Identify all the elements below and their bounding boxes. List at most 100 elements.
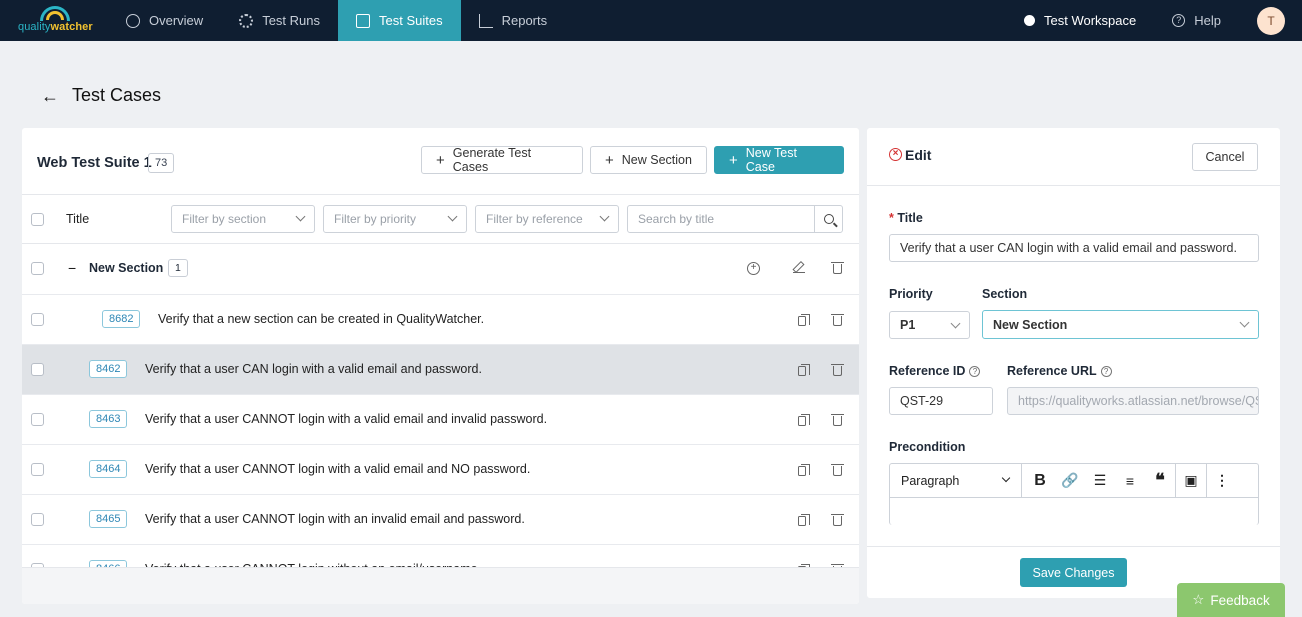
help-icon: ? bbox=[1172, 14, 1186, 27]
new-test-case-label: New Test Case bbox=[745, 146, 797, 174]
help-link[interactable]: ? Help bbox=[1154, 13, 1239, 28]
row-checkbox[interactable] bbox=[31, 363, 44, 376]
more-options-icon[interactable]: ⋮ bbox=[1207, 464, 1237, 498]
row-checkbox[interactable] bbox=[31, 463, 44, 476]
edit-heading: Edit bbox=[905, 147, 932, 163]
block-type-select[interactable]: Paragraph bbox=[890, 463, 1022, 498]
reference-id-label-text: Reference ID bbox=[889, 364, 966, 378]
reference-url-label: Reference URL? bbox=[1007, 364, 1112, 378]
bullet-list-icon[interactable]: ☰ bbox=[1085, 464, 1115, 498]
case-id-badge[interactable]: 8465 bbox=[89, 510, 128, 528]
top-nav: qualitywatcher Overview Test Runs Test S… bbox=[0, 0, 1302, 41]
title-field[interactable]: Verify that a user CAN login with a vali… bbox=[889, 234, 1259, 262]
select-all-checkbox[interactable] bbox=[31, 213, 44, 226]
search-input[interactable]: Search by title bbox=[627, 205, 843, 233]
edit-pencil-icon[interactable] bbox=[793, 261, 805, 273]
case-id-badge[interactable]: 8682 bbox=[102, 310, 141, 328]
plus-icon: + bbox=[436, 151, 445, 169]
search-placeholder: Search by title bbox=[638, 212, 715, 226]
table-row[interactable]: 8464 Verify that a user CANNOT login wit… bbox=[22, 444, 859, 494]
reference-url-field[interactable]: https://qualityworks.atlassian.net/brows… bbox=[1007, 387, 1259, 415]
generate-test-cases-button[interactable]: + Generate Test Cases bbox=[421, 146, 583, 174]
nav-right: Test Workspace ? Help T bbox=[1006, 6, 1302, 35]
nav-reports[interactable]: Reports bbox=[461, 0, 566, 41]
nav-test-runs[interactable]: Test Runs bbox=[221, 0, 338, 41]
section-value: New Section bbox=[993, 317, 1068, 332]
delete-icon[interactable] bbox=[831, 262, 844, 274]
case-id-badge[interactable]: 8464 bbox=[89, 460, 128, 478]
case-title[interactable]: Verify that a user CANNOT login with a v… bbox=[145, 462, 530, 476]
filter-priority-placeholder: Filter by priority bbox=[334, 212, 417, 226]
section-select[interactable]: New Section bbox=[982, 310, 1259, 339]
case-title[interactable]: Verify that a new section can be created… bbox=[158, 312, 484, 326]
image-icon[interactable]: ▣ bbox=[1176, 464, 1206, 498]
table-row[interactable]: 8463 Verify that a user CANNOT login wit… bbox=[22, 394, 859, 444]
section-checkbox[interactable] bbox=[31, 262, 44, 275]
block-type-value: Paragraph bbox=[901, 473, 960, 488]
delete-icon[interactable] bbox=[831, 514, 844, 526]
row-checkbox[interactable] bbox=[31, 513, 44, 526]
reference-id-field[interactable]: QST-29 bbox=[889, 387, 993, 415]
link-icon[interactable]: 🔗 bbox=[1055, 464, 1085, 498]
workspace-switcher[interactable]: Test Workspace bbox=[1006, 13, 1154, 28]
copy-icon[interactable] bbox=[798, 314, 810, 326]
delete-icon[interactable] bbox=[831, 414, 844, 426]
copy-icon[interactable] bbox=[798, 364, 810, 376]
nav-test-suites-label: Test Suites bbox=[379, 13, 443, 28]
feedback-button[interactable]: ☆ Feedback bbox=[1177, 583, 1285, 617]
priority-value: P1 bbox=[900, 318, 916, 332]
close-circle-icon[interactable]: × bbox=[889, 148, 902, 161]
cancel-button[interactable]: Cancel bbox=[1192, 143, 1258, 171]
help-circle-icon[interactable]: ? bbox=[1100, 366, 1112, 378]
copy-icon[interactable] bbox=[798, 414, 810, 426]
nav-test-suites[interactable]: Test Suites bbox=[338, 0, 461, 41]
case-id-badge[interactable]: 8462 bbox=[89, 360, 128, 378]
case-title[interactable]: Verify that a user CANNOT login with an … bbox=[145, 512, 525, 526]
list-bottom-fade bbox=[22, 567, 859, 604]
filter-section-select[interactable]: Filter by section bbox=[171, 205, 315, 233]
new-test-case-button[interactable]: + New Test Case bbox=[714, 146, 844, 174]
feedback-label: Feedback bbox=[1210, 592, 1270, 608]
table-row-selected[interactable]: 8462 Verify that a user CAN login with a… bbox=[22, 344, 859, 394]
collapse-icon[interactable]: − bbox=[68, 260, 76, 276]
help-circle-icon[interactable]: ? bbox=[969, 366, 981, 378]
reference-url-label-text: Reference URL bbox=[1007, 364, 1097, 378]
section-name: New Section bbox=[89, 261, 164, 275]
new-section-button[interactable]: + New Section bbox=[590, 146, 707, 174]
nav-overview[interactable]: Overview bbox=[108, 0, 221, 41]
delete-icon[interactable] bbox=[831, 314, 844, 326]
case-id-badge[interactable]: 8463 bbox=[89, 410, 128, 428]
section-label: Section bbox=[982, 287, 1028, 301]
document-icon bbox=[356, 13, 370, 28]
row-checkbox[interactable] bbox=[31, 313, 44, 326]
save-changes-button[interactable]: Save Changes bbox=[1020, 558, 1127, 587]
suite-count-badge: 73 bbox=[148, 153, 175, 173]
bold-icon[interactable]: B bbox=[1025, 464, 1055, 498]
edit-footer-divider bbox=[867, 546, 1280, 547]
filter-priority-select[interactable]: Filter by priority bbox=[323, 205, 467, 233]
numbered-list-icon[interactable]: ≡ bbox=[1115, 464, 1145, 498]
title-label-text: Title bbox=[897, 211, 923, 225]
case-title[interactable]: Verify that a user CANNOT login with a v… bbox=[145, 412, 547, 426]
brand-logo[interactable]: qualitywatcher bbox=[0, 0, 108, 41]
chevron-down-icon bbox=[1001, 473, 1011, 482]
case-title[interactable]: Verify that a user CAN login with a vali… bbox=[145, 362, 482, 376]
filter-reference-select[interactable]: Filter by reference bbox=[475, 205, 619, 233]
blockquote-icon[interactable]: ❝ bbox=[1145, 464, 1175, 498]
row-checkbox[interactable] bbox=[31, 413, 44, 426]
add-case-icon[interactable]: + bbox=[747, 262, 760, 275]
search-icon bbox=[823, 214, 834, 224]
copy-icon[interactable] bbox=[798, 514, 810, 526]
delete-icon[interactable] bbox=[831, 364, 844, 376]
table-row[interactable]: 8465 Verify that a user CANNOT login wit… bbox=[22, 494, 859, 544]
table-row[interactable]: 8682 Verify that a new section can be cr… bbox=[22, 294, 859, 344]
avatar[interactable]: T bbox=[1257, 6, 1285, 35]
search-button[interactable] bbox=[814, 206, 842, 232]
copy-icon[interactable] bbox=[798, 464, 810, 476]
delete-icon[interactable] bbox=[831, 464, 844, 476]
priority-select[interactable]: P1 bbox=[889, 311, 970, 339]
back-arrow-icon[interactable]: ← bbox=[41, 86, 59, 107]
plus-icon: + bbox=[605, 151, 614, 169]
precondition-editor[interactable]: Paragraph B 🔗 ☰ ≡ ❝ ▣ ⋮ bbox=[889, 463, 1259, 525]
plus-icon: + bbox=[729, 151, 738, 169]
